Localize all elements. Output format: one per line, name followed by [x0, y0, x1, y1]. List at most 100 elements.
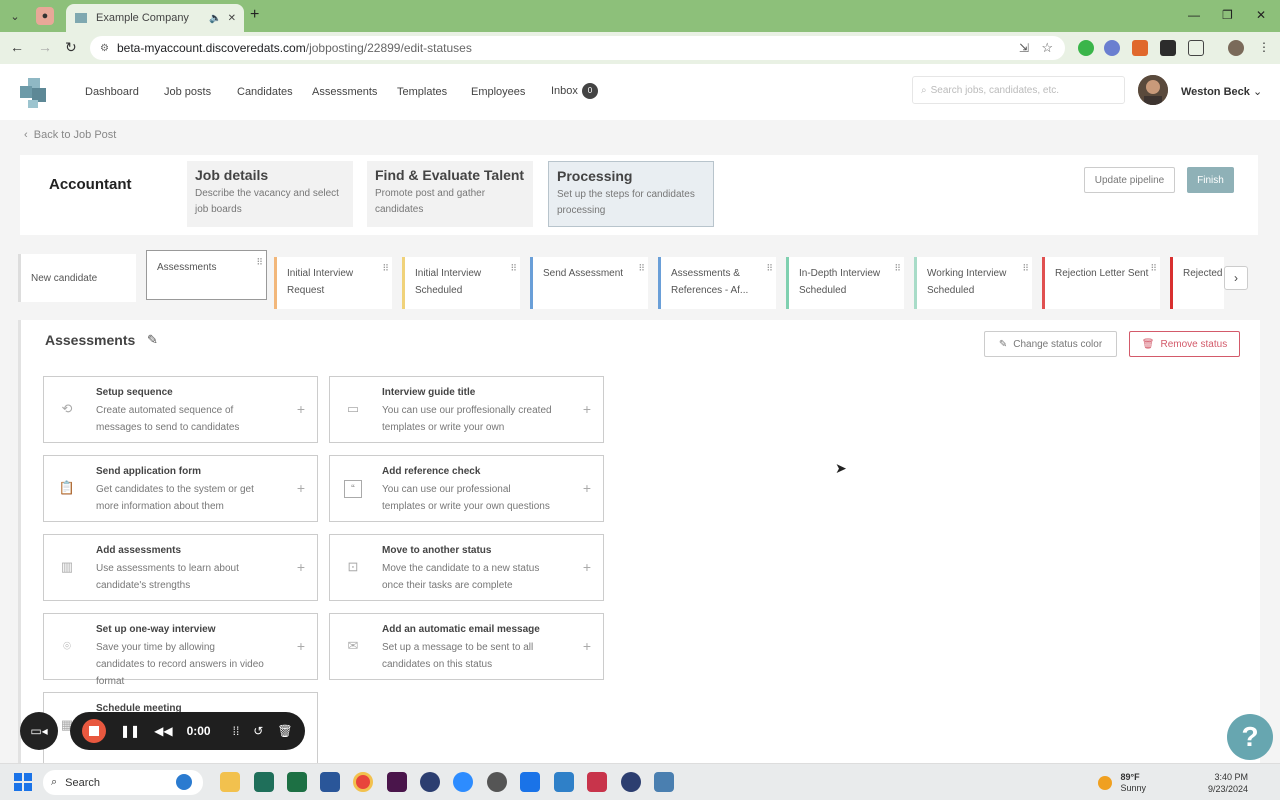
add-plus-icon[interactable]: +	[297, 559, 305, 575]
grid-icon[interactable]: ⁞⁞	[233, 724, 240, 738]
profile-avatar-icon[interactable]	[1228, 40, 1244, 56]
extension-orange-icon[interactable]	[1132, 40, 1148, 56]
nav-templates[interactable]: Templates	[397, 86, 447, 98]
delete-icon[interactable]: 🗑	[277, 724, 292, 738]
windows-start-icon[interactable]	[14, 773, 32, 791]
app-red-icon[interactable]	[587, 772, 607, 792]
action-card-email-message[interactable]: ✉ Add an automatic email message Set up …	[329, 613, 604, 680]
add-plus-icon[interactable]: +	[297, 480, 305, 496]
tab-list-icon[interactable]: ⌄	[6, 7, 24, 25]
app-blue-icon[interactable]	[654, 772, 674, 792]
remove-status-button[interactable]: 🗑 Remove status	[1129, 331, 1240, 357]
close-tab-icon[interactable]: ✕	[228, 13, 236, 24]
file-explorer-icon[interactable]	[220, 772, 240, 792]
search-input[interactable]: ⌕ Search jobs, candidates, etc.	[912, 76, 1125, 104]
company-logo-icon[interactable]	[18, 76, 52, 110]
drag-handle-icon[interactable]: ⠿	[1150, 260, 1157, 277]
extension-screen-icon[interactable]	[1160, 40, 1176, 56]
weather-widget[interactable]: 89°F Sunny	[1098, 772, 1146, 794]
action-card-interview-guide[interactable]: ▭ Interview guide title You can use our …	[329, 376, 604, 443]
taskbar-search[interactable]: ⌕ Search	[43, 770, 203, 795]
nav-job-posts[interactable]: Job posts	[164, 86, 211, 98]
edit-pencil-icon[interactable]: ✎	[147, 332, 158, 348]
slack-icon[interactable]	[387, 772, 407, 792]
pipeline-stage[interactable]: Rejected	[1170, 257, 1224, 309]
nav-dashboard[interactable]: Dashboard	[85, 86, 139, 98]
chrome-icon[interactable]	[353, 772, 373, 792]
network-icon[interactable]	[520, 772, 540, 792]
action-card-reference-check[interactable]: “ Add reference check You can use our pr…	[329, 455, 604, 522]
github-icon[interactable]	[487, 772, 507, 792]
pipeline-stage[interactable]: Working Interview Scheduled ⠿	[914, 257, 1032, 309]
drag-handle-icon[interactable]: ⠿	[894, 260, 901, 277]
minimize-icon[interactable]: —	[1188, 8, 1200, 22]
step-job-details[interactable]: Job details Describe the vacancy and sel…	[187, 161, 353, 227]
nav-candidates[interactable]: Candidates	[237, 86, 293, 98]
action-card-move-status[interactable]: ⊡ Move to another status Move the candid…	[329, 534, 604, 601]
pipeline-stage-active[interactable]: Assessments ⠿	[146, 250, 267, 300]
user-name[interactable]: Weston Beck ⌄	[1181, 85, 1262, 98]
step-find-evaluate[interactable]: Find & Evaluate Talent Promote post and …	[367, 161, 533, 227]
action-card-setup-sequence[interactable]: ⟲ Setup sequence Create automated sequen…	[43, 376, 318, 443]
pause-icon[interactable]: ❚❚	[120, 724, 140, 738]
add-plus-icon[interactable]: +	[583, 401, 591, 417]
action-card-application-form[interactable]: 📋 Send application form Get candidates t…	[43, 455, 318, 522]
restart-icon[interactable]: ↺	[253, 724, 263, 738]
nav-inbox[interactable]: Inbox 0	[551, 83, 598, 99]
help-button[interactable]: ?	[1227, 714, 1273, 760]
step-processing[interactable]: Processing Set up the steps for candidat…	[548, 161, 714, 227]
install-app-icon[interactable]: ⇲	[1019, 41, 1029, 55]
app-dark-icon[interactable]	[621, 772, 641, 792]
add-plus-icon[interactable]: +	[583, 480, 591, 496]
action-card-one-way-interview[interactable]: ⌾ Set up one-way interview Save your tim…	[43, 613, 318, 687]
extensions-puzzle-icon[interactable]	[1188, 40, 1204, 56]
extension-gear-icon[interactable]	[1104, 40, 1120, 56]
zoom-icon[interactable]	[453, 772, 473, 792]
pipeline-stage[interactable]: Initial Interview Request ⠿	[274, 257, 392, 309]
rewind-icon[interactable]: ◀◀	[154, 724, 172, 738]
back-to-job-post-link[interactable]: ‹ Back to Job Post	[24, 129, 116, 141]
extension-green-icon[interactable]	[1078, 40, 1094, 56]
back-arrow-icon[interactable]: ←	[10, 39, 24, 55]
drag-handle-icon[interactable]: ⠿	[1022, 260, 1029, 277]
pipeline-stage[interactable]: Rejection Letter Sent ⠿	[1042, 257, 1160, 309]
vscode-icon[interactable]	[554, 772, 574, 792]
add-plus-icon[interactable]: +	[583, 638, 591, 654]
address-bar[interactable]: ⚙ beta-myaccount.discoveredats.com/jobpo…	[90, 36, 1065, 60]
drag-handle-icon[interactable]: ⠿	[766, 260, 773, 277]
add-plus-icon[interactable]: +	[297, 638, 305, 654]
pipeline-stage[interactable]: Assessments & References - Af... ⠿	[658, 257, 776, 309]
pipeline-next-button[interactable]: ›	[1224, 266, 1248, 290]
drag-handle-icon[interactable]: ⠿	[510, 260, 517, 277]
stop-recording-button[interactable]	[82, 719, 106, 743]
update-pipeline-button[interactable]: Update pipeline	[1084, 167, 1175, 193]
excel-icon[interactable]	[287, 772, 307, 792]
user-avatar[interactable]	[1138, 75, 1168, 105]
add-plus-icon[interactable]: +	[297, 401, 305, 417]
speaker-icon[interactable]: 🔈	[209, 13, 221, 24]
drag-handle-icon[interactable]: ⠿	[256, 254, 263, 271]
pipeline-stage[interactable]: Initial Interview Scheduled ⠿	[402, 257, 520, 309]
add-plus-icon[interactable]: +	[583, 559, 591, 575]
word-icon[interactable]	[320, 772, 340, 792]
change-status-color-button[interactable]: ✎ Change status color	[984, 331, 1117, 357]
browser-menu-icon[interactable]: ⋮	[1258, 40, 1274, 56]
pipeline-stage[interactable]: Send Assessment ⠿	[530, 257, 648, 309]
new-tab-icon[interactable]: +	[250, 6, 259, 24]
close-window-icon[interactable]: ✕	[1256, 8, 1266, 22]
app-icon[interactable]	[420, 772, 440, 792]
finish-button[interactable]: Finish	[1187, 167, 1234, 193]
system-clock[interactable]: 3:40 PM 9/23/2024	[1208, 771, 1248, 795]
pipeline-stage[interactable]: New candidate	[18, 254, 136, 302]
site-info-icon[interactable]: ⚙	[100, 43, 109, 54]
maximize-icon[interactable]: ❐	[1222, 8, 1233, 22]
nav-assessments[interactable]: Assessments	[312, 86, 377, 98]
nav-employees[interactable]: Employees	[471, 86, 525, 98]
drag-handle-icon[interactable]: ⠿	[382, 260, 389, 277]
browser-tab[interactable]: Example Company 🔈 ✕	[66, 4, 244, 32]
drag-handle-icon[interactable]: ⠿	[638, 260, 645, 277]
pipeline-stage[interactable]: In-Depth Interview Scheduled ⠿	[786, 257, 904, 309]
forward-arrow-icon[interactable]: →	[38, 39, 52, 55]
bookmark-star-icon[interactable]: ☆	[1041, 40, 1053, 56]
action-card-assessments[interactable]: ▥ Add assessments Use assessments to lea…	[43, 534, 318, 601]
